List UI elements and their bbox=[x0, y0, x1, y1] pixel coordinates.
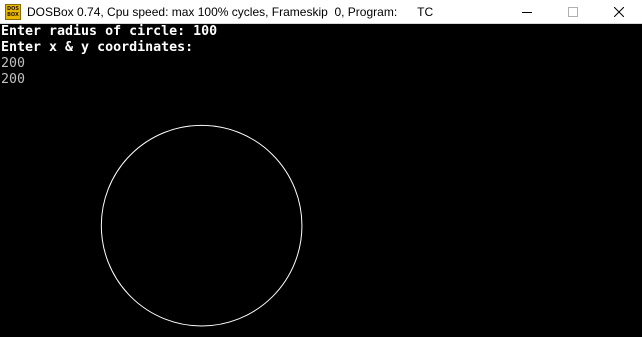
window-title: DOSBox 0.74, Cpu speed: max 100% cycles,… bbox=[27, 4, 398, 19]
drawn-circle bbox=[100, 124, 303, 327]
dosbox-window: DOS BOX DOSBox 0.74, Cpu speed: max 100%… bbox=[0, 0, 642, 337]
minimize-icon bbox=[522, 12, 532, 13]
icon-line-bottom: BOX bbox=[7, 11, 19, 18]
title-bar[interactable]: DOS BOX DOSBox 0.74, Cpu speed: max 100%… bbox=[0, 0, 642, 24]
close-button[interactable] bbox=[596, 0, 642, 24]
minimize-button[interactable] bbox=[504, 0, 550, 24]
program-name: TC bbox=[417, 4, 434, 19]
graphics-canvas bbox=[100, 124, 303, 327]
maximize-icon bbox=[568, 7, 578, 17]
dosbox-icon[interactable]: DOS BOX bbox=[5, 3, 21, 20]
maximize-button[interactable] bbox=[550, 0, 596, 24]
close-icon bbox=[614, 7, 624, 17]
window-controls bbox=[504, 0, 642, 24]
